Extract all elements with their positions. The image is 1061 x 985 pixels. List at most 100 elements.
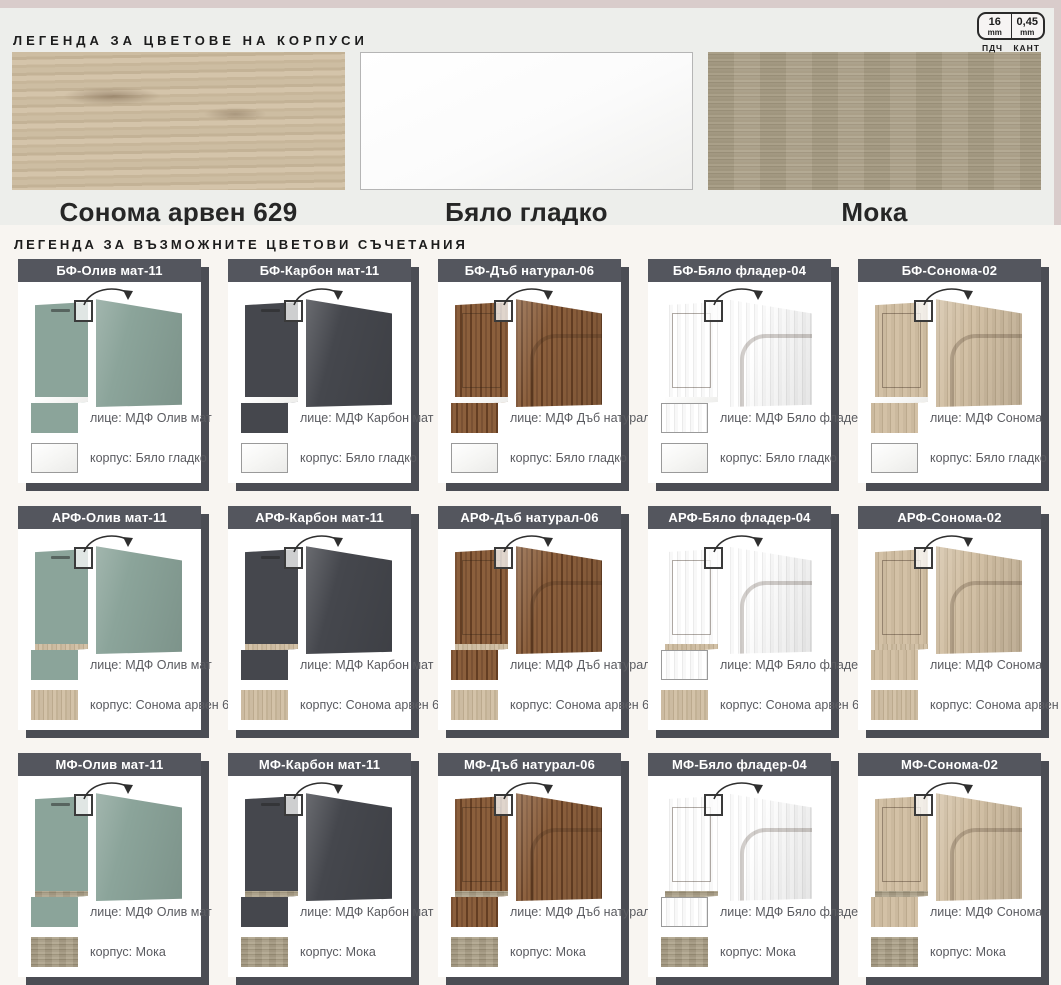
card-legend: лице: МДФ Карбон маткорпус: Сонома арвен… bbox=[228, 650, 411, 730]
zoom-arrow-icon bbox=[288, 283, 350, 309]
combination-card: МФ-Бяло фладер-04лице: МДФ Бяло фладерко… bbox=[648, 753, 831, 977]
face-legend-label: лице: МДФ Олив мат bbox=[90, 658, 212, 672]
door-detail-zoom bbox=[96, 544, 182, 654]
zoom-arrow-icon bbox=[78, 283, 140, 309]
card-legend: лице: МДФ Дъб натурал корпус: Мока bbox=[438, 897, 621, 977]
body-legend-row: корпус: Бяло гладко bbox=[241, 443, 411, 473]
body-color-swatch bbox=[661, 690, 708, 720]
card-body: БФ-Олив мат-11лице: МДФ Олив маткорпус: … bbox=[18, 259, 201, 483]
body-legend-row: корпус: Сонома арвен 629 bbox=[451, 690, 621, 720]
door-preview bbox=[648, 282, 831, 408]
body-color-swatch bbox=[31, 443, 78, 473]
face-color-swatch bbox=[451, 403, 498, 433]
right-accent-strip bbox=[1054, 0, 1061, 225]
body-legend-row: корпус: Мока bbox=[661, 937, 831, 967]
board-thickness-unit: mm bbox=[979, 28, 1011, 37]
face-legend-row: лице: МДФ Дъб натурал bbox=[451, 650, 621, 680]
edge-spec-badge: 16 mm 0,45 mm ПДЧ КАНТ bbox=[977, 12, 1045, 53]
body-legend-row: корпус: Мока bbox=[241, 937, 411, 967]
body-color-swatch bbox=[661, 937, 708, 967]
face-color-swatch bbox=[31, 897, 78, 927]
body-color-swatch bbox=[241, 937, 288, 967]
card-body: МФ-Олив мат-11лице: МДФ Олив маткорпус: … bbox=[18, 753, 201, 977]
face-legend-row: лице: МДФ Бяло фладер bbox=[661, 897, 831, 927]
face-legend-row: лице: МДФ Карбон мат bbox=[241, 650, 411, 680]
card-title: БФ-Сонома-02 bbox=[858, 259, 1041, 282]
door-preview bbox=[18, 282, 201, 408]
card-title: АРФ-Бяло фладер-04 bbox=[648, 506, 831, 529]
face-legend-row: лице: МДФ Сонома bbox=[871, 403, 1041, 433]
combination-card: БФ-Сонома-02 лице: МДФ Сономакорпус: Бяло… bbox=[858, 259, 1041, 483]
face-legend-label: лице: МДФ Олив мат bbox=[90, 905, 212, 919]
combination-card: БФ-Карбон мат-11лице: МДФ Карбон маткорп… bbox=[228, 259, 411, 483]
body-color-swatch bbox=[241, 443, 288, 473]
body-colors-row: Сонома арвен 629Бяло гладкоМока bbox=[12, 52, 1041, 228]
card-legend: лице: МДФ Карбон маткорпус: Мока bbox=[228, 897, 411, 977]
combination-card: БФ-Бяло фладер-04лице: МДФ Бяло фладерко… bbox=[648, 259, 831, 483]
face-color-swatch bbox=[31, 650, 78, 680]
bottom-section-title: ЛЕГЕНДА ЗА ВЪЗМОЖНИТЕ ЦВЕТОВИ СЪЧЕТАНИЯ bbox=[14, 237, 1061, 252]
door-detail-zoom bbox=[96, 297, 182, 407]
zoom-arrow-icon bbox=[288, 777, 350, 803]
edge-thickness-unit: mm bbox=[1012, 28, 1044, 37]
door-sheen bbox=[306, 544, 392, 654]
body-color-swatch bbox=[451, 443, 498, 473]
face-legend-row: лице: МДФ Сонома bbox=[871, 650, 1041, 680]
top-section-title: ЛЕГЕНДА ЗА ЦВЕТОВЕ НА КОРПУСИ bbox=[13, 33, 368, 48]
card-body: БФ-Бяло фладер-04лице: МДФ Бяло фладерко… bbox=[648, 259, 831, 483]
board-label: ПДЧ bbox=[982, 43, 1003, 53]
body-color-item: Сонома арвен 629 bbox=[12, 52, 345, 228]
door-frame-outline bbox=[672, 807, 711, 882]
body-color-swatch bbox=[451, 937, 498, 967]
body-legend-label: корпус: Бяло гладко bbox=[90, 451, 207, 465]
door-preview bbox=[858, 282, 1041, 408]
door-handle bbox=[51, 556, 70, 559]
combination-card: МФ-Карбон мат-11лице: МДФ Карбон маткорп… bbox=[228, 753, 411, 977]
body-legend-label: корпус: Сонома арвен 629 bbox=[510, 698, 663, 712]
door-detail-zoom bbox=[516, 297, 602, 407]
edge-spec-box: 16 mm 0,45 mm bbox=[977, 12, 1045, 40]
body-legend-row: корпус: Бяло гладко bbox=[31, 443, 201, 473]
combination-card: БФ-Олив мат-11лице: МДФ Олив маткорпус: … bbox=[18, 259, 201, 483]
combination-card: АРФ-Олив мат-11лице: МДФ Олив маткорпус:… bbox=[18, 506, 201, 730]
door-preview bbox=[18, 529, 201, 655]
face-legend-label: лице: МДФ Карбон мат bbox=[300, 411, 433, 425]
combination-card: МФ-Олив мат-11лице: МДФ Олив маткорпус: … bbox=[18, 753, 201, 977]
combination-card: БФ-Дъб натурал-06лице: МДФ Дъб натуралко… bbox=[438, 259, 621, 483]
face-legend-row: лице: МДФ Дъб натурал bbox=[451, 403, 621, 433]
card-legend: лице: МДФ Сономакорпус: Бяло гладко bbox=[858, 403, 1041, 483]
door-frame-outline bbox=[672, 313, 711, 388]
body-color-swatch bbox=[661, 443, 708, 473]
card-legend: лице: МДФ Бяло фладеркорпус: Бяло гладко bbox=[648, 403, 831, 483]
zoom-arrow-icon bbox=[708, 283, 770, 309]
body-legend-label: корпус: Сонома арвен 629 bbox=[300, 698, 453, 712]
face-legend-label: лице: МДФ Карбон мат bbox=[300, 658, 433, 672]
body-legend-label: корпус: Сонома арвен 629 bbox=[720, 698, 873, 712]
door-preview bbox=[438, 776, 621, 902]
door-sheen bbox=[306, 791, 392, 901]
door-preview bbox=[228, 529, 411, 655]
body-color-swatch bbox=[871, 443, 918, 473]
body-legend-label: корпус: Мока bbox=[930, 945, 1006, 959]
door-handle bbox=[261, 309, 280, 312]
card-body: АРФ-Карбон мат-11лице: МДФ Карбон маткор… bbox=[228, 506, 411, 730]
door-detail-zoom bbox=[726, 544, 812, 654]
body-legend-label: корпус: Бяло гладко bbox=[510, 451, 627, 465]
face-legend-row: лице: МДФ Дъб натурал bbox=[451, 897, 621, 927]
face-color-swatch bbox=[31, 403, 78, 433]
body-legend-row: корпус: Мока bbox=[451, 937, 621, 967]
body-color-item: Мока bbox=[708, 52, 1041, 228]
face-legend-row: лице: МДФ Олив мат bbox=[31, 403, 201, 433]
combination-card: АРФ-Карбон мат-11лице: МДФ Карбон маткор… bbox=[228, 506, 411, 730]
board-thickness-cell: 16 mm bbox=[979, 14, 1012, 38]
zoom-arrow-icon bbox=[708, 530, 770, 556]
face-legend-label: лице: МДФ Олив мат bbox=[90, 411, 212, 425]
card-legend: лице: МДФ Дъб натурал корпус: Сонома арве… bbox=[438, 650, 621, 730]
door-detail-zoom bbox=[306, 791, 392, 901]
card-legend: лице: МДФ Карбон маткорпус: Бяло гладко bbox=[228, 403, 411, 483]
body-color-swatch bbox=[31, 690, 78, 720]
face-color-swatch bbox=[241, 897, 288, 927]
body-legend-label: корпус: Мока bbox=[90, 945, 166, 959]
face-color-swatch bbox=[661, 403, 708, 433]
door-sheen bbox=[306, 297, 392, 407]
